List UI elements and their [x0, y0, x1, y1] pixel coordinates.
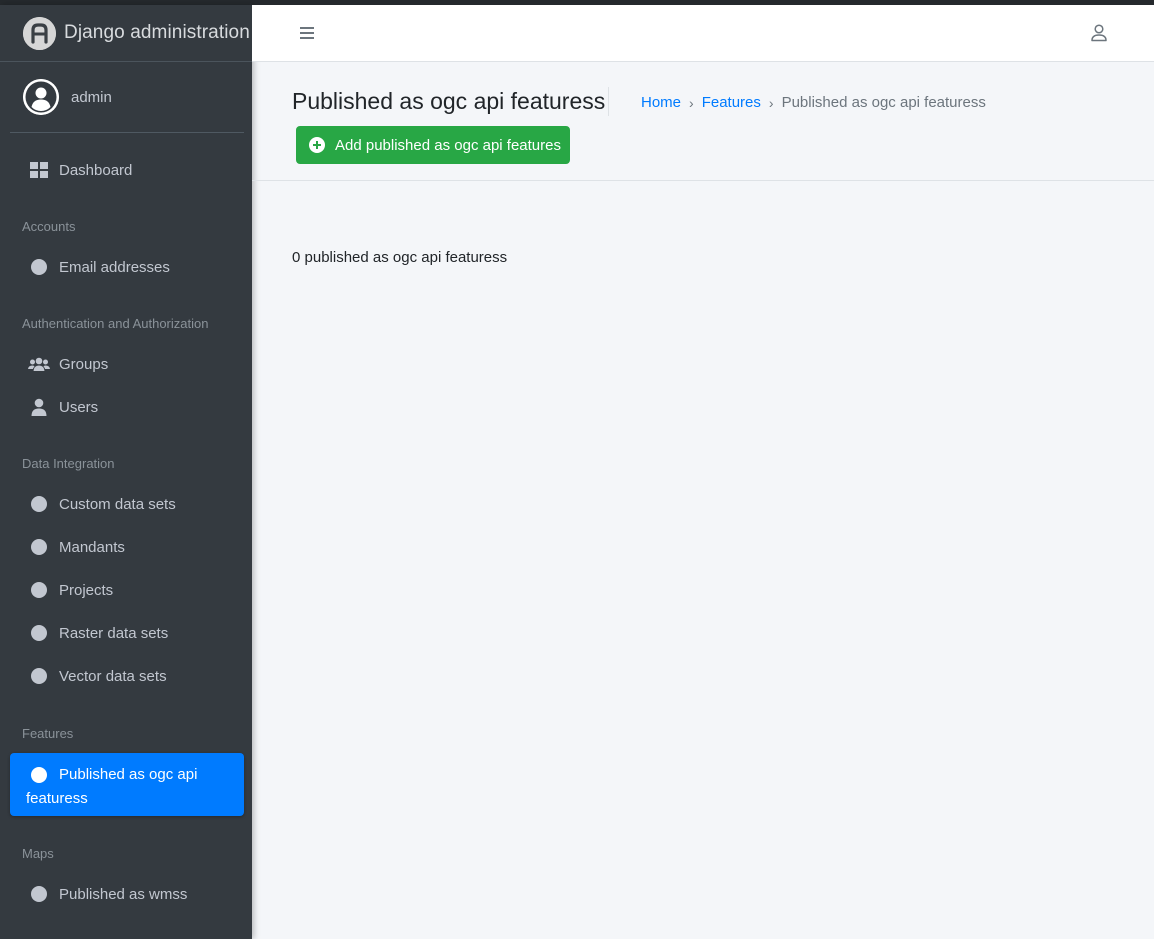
add-published-ogc-api-features-button[interactable]: Add published as ogc api features: [296, 126, 570, 164]
menu-toggle-icon[interactable]: [300, 27, 314, 39]
nav-header-maps: Maps: [22, 846, 54, 861]
title-divider: [608, 87, 609, 116]
breadcrumb-features-link[interactable]: Features: [702, 94, 761, 111]
sidebar-item-label-line2: featuress: [26, 790, 88, 807]
add-button-label: Add published as ogc api features: [335, 136, 561, 154]
sidebar-item-label: Users: [59, 398, 99, 416]
breadcrumb-home-link[interactable]: Home: [641, 94, 681, 111]
page-title: Published as ogc api featuress: [292, 88, 606, 114]
sidebar-item-published-ogc-api-featuress[interactable]: Published as ogc api featuress: [10, 753, 244, 816]
circle-icon: [28, 496, 50, 512]
brand-logo-icon: [23, 16, 56, 50]
sidebar-item-label: Projects: [59, 581, 114, 599]
user-menu-icon[interactable]: [1091, 24, 1107, 47]
circle-icon: [26, 767, 48, 783]
circle-icon: [28, 582, 50, 598]
users-group-icon: [28, 356, 50, 372]
circle-icon: [28, 539, 50, 555]
sidebar-item-label-line1: Published as ogc api: [59, 766, 198, 783]
sidebar-item-vector-data-sets[interactable]: Vector data sets: [10, 659, 244, 693]
brand-title: Django administration: [64, 22, 250, 43]
sidebar-item-label: Raster data sets: [59, 624, 169, 642]
sidebar-item-label: Published as wmss: [59, 885, 188, 903]
nav-header-data-integration: Data Integration: [22, 456, 115, 471]
breadcrumb-current: Published as ogc api featuress: [781, 94, 986, 111]
plus-circle-icon: [309, 137, 325, 153]
sidebar-item-label: Vector data sets: [59, 667, 167, 685]
dashboard-icon: [28, 162, 50, 178]
sidebar-item-dashboard[interactable]: Dashboard: [10, 153, 244, 187]
nav-header-features: Features: [22, 726, 74, 741]
user-icon: [28, 398, 50, 416]
sidebar-item-label: Email addresses: [59, 258, 170, 276]
content-header: Published as ogc api featuress Home › Fe…: [252, 62, 1154, 181]
result-count: 0 published as ogc api featuress: [292, 249, 508, 266]
sidebar-item-email-addresses[interactable]: Email addresses: [10, 250, 244, 284]
breadcrumb: Home › Features › Published as ogc api f…: [641, 94, 986, 111]
user-avatar-icon: [23, 79, 59, 115]
sidebar-item-users[interactable]: Users: [10, 390, 244, 424]
sidebar-item-label: Groups: [59, 355, 109, 373]
circle-icon: [28, 668, 50, 684]
sidebar-item-projects[interactable]: Projects: [10, 573, 244, 607]
sidebar-item-raster-data-sets[interactable]: Raster data sets: [10, 616, 244, 650]
breadcrumb-separator: ›: [768, 94, 774, 111]
nav-header-accounts: Accounts: [22, 219, 76, 234]
sidebar-item-published-wmss[interactable]: Published as wmss: [10, 877, 244, 911]
circle-icon: [28, 625, 50, 641]
breadcrumb-separator: ›: [689, 94, 694, 111]
sidebar-item-label: Custom data sets: [59, 495, 176, 513]
nav-header-auth: Authentication and Authorization: [22, 316, 209, 331]
circle-icon: [28, 886, 50, 902]
circle-icon: [28, 259, 50, 275]
sidebar-item-mandants[interactable]: Mandants: [10, 530, 244, 564]
user-panel[interactable]: admin: [10, 62, 244, 133]
top-navbar: [252, 5, 1154, 62]
brand-link[interactable]: Django administration: [0, 5, 252, 62]
sidebar-item-label: Mandants: [59, 538, 125, 556]
user-name: admin: [71, 88, 112, 106]
sidebar-item-label: Dashboard: [59, 161, 133, 179]
sidebar-item-groups[interactable]: Groups: [10, 347, 244, 381]
sidebar-item-custom-data-sets[interactable]: Custom data sets: [10, 487, 244, 521]
